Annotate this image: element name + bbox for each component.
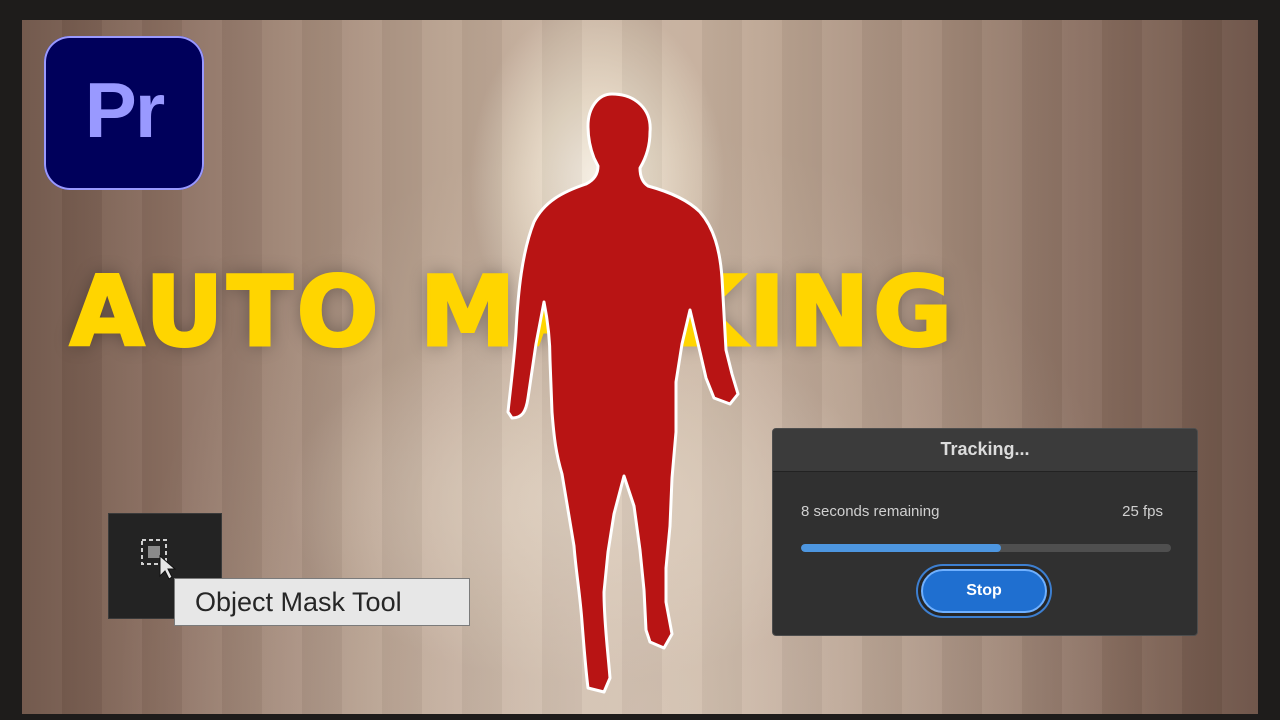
tracking-progress-fill xyxy=(801,544,1001,552)
stop-button[interactable]: Stop xyxy=(921,569,1047,613)
masked-person-silhouette xyxy=(506,92,740,694)
logo-text: Pr xyxy=(84,65,165,154)
tracking-progress-bar xyxy=(801,544,1171,552)
time-remaining: 8 seconds remaining xyxy=(801,503,940,520)
tracking-dialog: Tracking... 8 seconds remaining 25 fps S… xyxy=(772,428,1198,636)
fps-readout: 25 fps xyxy=(1122,503,1163,520)
tracking-title: Tracking... xyxy=(773,429,1197,472)
object-mask-tooltip: Object Mask Tool xyxy=(174,578,470,626)
object-mask-icon xyxy=(141,539,177,580)
premiere-pro-logo: Pr xyxy=(44,36,204,190)
